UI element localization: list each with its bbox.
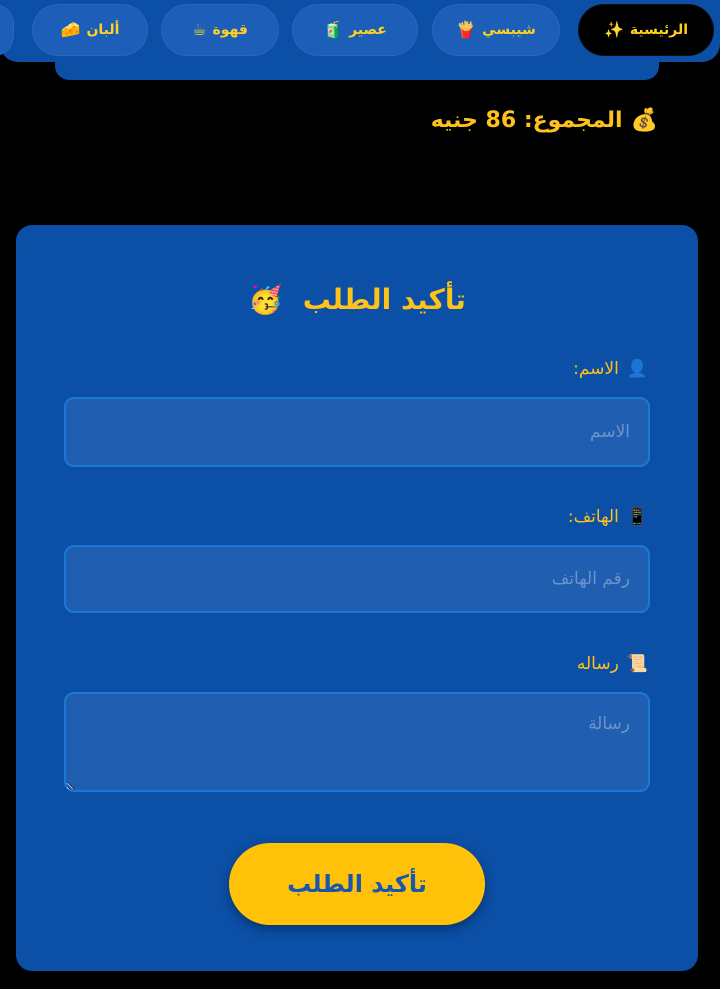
tab-juice[interactable]: عصير 🧃	[292, 4, 418, 56]
tab-home[interactable]: الرئيسية ✨	[578, 4, 714, 56]
name-label: 👤 الاسم:	[573, 359, 648, 379]
tab-chips[interactable]: شيبسي 🍟	[432, 4, 560, 56]
phone-input[interactable]	[64, 545, 650, 613]
order-total-text: المجموع: 86 جنيه	[430, 108, 623, 133]
juice-box-icon: 🧃	[323, 20, 344, 39]
form-title: تأكيد الطلب 🥳	[16, 283, 698, 316]
phone-label-text: الهاتف:	[567, 507, 619, 527]
sparkles-icon: ✨	[603, 20, 624, 39]
tab-home-label: الرئيسية	[629, 22, 689, 38]
phone-label: 📱 الهاتف:	[568, 507, 648, 527]
form-title-text: تأكيد الطلب	[302, 283, 466, 316]
order-confirmation-card: تأكيد الطلب 🥳 👤 الاسم: 📱 الهاتف: 📜 رساله…	[16, 225, 698, 971]
mobile-phone-icon: 📱	[626, 507, 648, 527]
user-icon: 👤	[626, 359, 648, 379]
tab-coffee[interactable]: قهوة ☕	[161, 4, 279, 56]
top-nav-bar: الرئيسية ✨ شيبسي 🍟 عصير 🧃 قهوة ☕ ألبان 🧀	[0, 0, 720, 62]
message-textarea[interactable]	[64, 692, 650, 792]
tab-chips-label: شيبسي	[482, 22, 536, 38]
order-total: 💰 المجموع: 86 جنيه	[431, 108, 658, 133]
name-label-text: الاسم:	[573, 359, 619, 379]
coffee-icon: ☕	[192, 20, 207, 39]
scroll-icon: 📜	[626, 654, 648, 674]
cheese-icon: 🧀	[60, 20, 81, 39]
message-label: 📜 رساله	[577, 654, 648, 674]
name-input[interactable]	[64, 397, 650, 467]
money-bag-icon: 💰	[630, 108, 658, 133]
tab-coffee-label: قهوة	[212, 22, 248, 38]
fries-icon: 🍟	[456, 20, 477, 39]
tab-dairy[interactable]: ألبان 🧀	[32, 4, 148, 56]
party-face-icon: 🥳	[248, 283, 283, 316]
tab-dairy-label: ألبان	[86, 22, 120, 38]
tab-juice-label: عصير	[349, 22, 387, 38]
tab-overflow[interactable]	[0, 4, 14, 56]
confirm-order-button[interactable]: تأكيد الطلب	[229, 843, 485, 925]
cart-panel-bottom-edge	[55, 56, 659, 80]
message-label-text: رساله	[576, 654, 619, 674]
